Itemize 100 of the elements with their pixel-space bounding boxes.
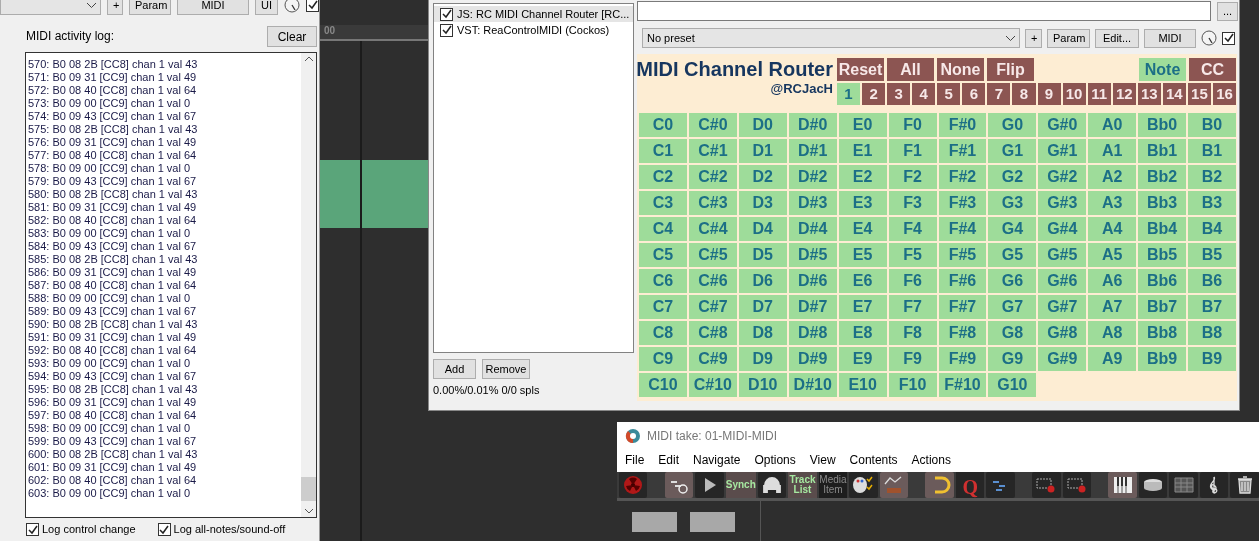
pitch-cell[interactable]: B5	[1188, 243, 1236, 267]
pitch-cell[interactable]: D6	[738, 269, 787, 293]
pitch-cell[interactable]: G1	[988, 139, 1037, 163]
pitch-cell[interactable]: F#5	[938, 243, 987, 267]
channel-button[interactable]: 7	[987, 83, 1011, 105]
pitch-cell[interactable]: B8	[1188, 321, 1236, 345]
pitch-cell[interactable]: F10	[888, 373, 937, 397]
pitch-cell[interactable]: D3	[738, 191, 787, 215]
treble-clef-icon[interactable]	[1199, 472, 1229, 498]
checkbox[interactable]	[440, 23, 453, 37]
pitch-cell[interactable]: F#7	[938, 295, 987, 319]
mode-button[interactable]: Note	[1139, 58, 1186, 81]
pitch-cell[interactable]: D#1	[788, 139, 837, 163]
zoom-icon[interactable]	[664, 472, 694, 498]
pitch-cell[interactable]: A0	[1088, 113, 1137, 137]
pitch-cell[interactable]: G7	[988, 295, 1037, 319]
scrollbar-thumb[interactable]	[301, 477, 316, 501]
pitch-cell[interactable]: E9	[838, 347, 887, 371]
pitch-cell[interactable]: E8	[838, 321, 887, 345]
pitch-cell[interactable]: E2	[838, 165, 887, 189]
pitch-cell[interactable]: G8	[988, 321, 1037, 345]
pitch-cell[interactable]: G4	[988, 217, 1037, 241]
toolbar-button[interactable]: Edit...	[1095, 28, 1139, 48]
pitch-cell[interactable]: D#9	[788, 347, 837, 371]
pitch-cell[interactable]: C#10	[688, 373, 737, 397]
pitch-cell[interactable]: C#0	[688, 113, 737, 137]
toolbar-button[interactable]: +	[107, 0, 123, 15]
pitch-cell[interactable]: Bb4	[1138, 217, 1187, 241]
pitch-cell[interactable]: Bb7	[1138, 295, 1187, 319]
pitch-cell[interactable]: C7	[639, 295, 687, 319]
toolbar-toggle[interactable]: Track List	[788, 472, 817, 498]
pitch-cell[interactable]: D2	[738, 165, 787, 189]
pitch-cell[interactable]: C0	[639, 113, 687, 137]
pitch-cell[interactable]: G10	[988, 373, 1037, 397]
knob-icon[interactable]	[1201, 30, 1217, 46]
pitch-cell[interactable]: E4	[838, 217, 887, 241]
action-button[interactable]: Reset	[837, 58, 884, 81]
pitch-cell[interactable]: C#4	[688, 217, 737, 241]
pitch-cell[interactable]: A9	[1088, 347, 1137, 371]
pitch-cell[interactable]: G6	[988, 269, 1037, 293]
pitch-cell[interactable]: D0	[738, 113, 787, 137]
pitch-cell[interactable]: G5	[988, 243, 1037, 267]
zoom-selection-icon[interactable]	[1032, 472, 1061, 498]
pitch-cell[interactable]: G0	[988, 113, 1037, 137]
pitch-cell[interactable]: F4	[888, 217, 937, 241]
pitch-cell[interactable]: A8	[1088, 321, 1137, 345]
pitch-cell[interactable]: A7	[1088, 295, 1137, 319]
pitch-cell[interactable]: C#6	[688, 269, 737, 293]
mode-button[interactable]: CC	[1189, 58, 1236, 81]
pitch-cell[interactable]: G#2	[1038, 165, 1087, 189]
pitch-cell[interactable]: G#7	[1038, 295, 1087, 319]
pitch-cell[interactable]: G#3	[1038, 191, 1087, 215]
pitch-cell[interactable]: D#5	[788, 243, 837, 267]
checkbox[interactable]	[440, 7, 453, 21]
pitch-cell[interactable]: F#1	[938, 139, 987, 163]
pitch-cell[interactable]: F0	[888, 113, 937, 137]
zoom-selection-icon[interactable]	[1062, 472, 1092, 498]
pitch-cell[interactable]: B6	[1188, 269, 1236, 293]
pitch-cell[interactable]: A3	[1088, 191, 1137, 215]
pitch-cell[interactable]: C#1	[688, 139, 737, 163]
pitch-cell[interactable]: D10	[738, 373, 787, 397]
pitch-cell[interactable]: E3	[838, 191, 887, 215]
pitch-cell[interactable]: C#2	[688, 165, 737, 189]
channel-button[interactable]: 11	[1087, 83, 1111, 105]
pitch-cell[interactable]: G#5	[1038, 243, 1087, 267]
pitch-cell[interactable]: C#9	[688, 347, 737, 371]
pitch-cell[interactable]: D#8	[788, 321, 837, 345]
pitch-cell[interactable]: F9	[888, 347, 937, 371]
pitch-cell[interactable]: E5	[838, 243, 887, 267]
channel-button[interactable]: 12	[1112, 83, 1136, 105]
pitch-cell[interactable]: E10	[838, 373, 887, 397]
action-button[interactable]: Flip	[987, 58, 1034, 81]
pitch-cell[interactable]: D5	[738, 243, 787, 267]
pitch-cell[interactable]: B7	[1188, 295, 1236, 319]
pitch-cell[interactable]: G#8	[1038, 321, 1087, 345]
menu-item[interactable]: Navigate	[693, 451, 741, 470]
channel-button[interactable]: 9	[1037, 83, 1061, 105]
channel-button[interactable]: 16	[1212, 83, 1236, 105]
pitch-cell[interactable]: C#3	[688, 191, 737, 215]
pitch-cell[interactable]: F#8	[938, 321, 987, 345]
notes-icon[interactable]	[986, 472, 1015, 498]
channel-button[interactable]: 10	[1062, 83, 1086, 105]
pitch-cell[interactable]: C5	[639, 243, 687, 267]
knob-icon[interactable]	[284, 0, 300, 13]
channel-button[interactable]: 14	[1162, 83, 1186, 105]
pitch-cell[interactable]: D#10	[788, 373, 837, 397]
pitch-cell[interactable]: D#7	[788, 295, 837, 319]
pitch-cell[interactable]: B1	[1188, 139, 1236, 163]
pitch-cell[interactable]: E7	[838, 295, 887, 319]
pitch-cell[interactable]: G#1	[1038, 139, 1087, 163]
channel-button[interactable]: 2	[862, 83, 886, 105]
pitch-cell[interactable]: Bb6	[1138, 269, 1187, 293]
magnet-icon[interactable]	[925, 472, 954, 498]
pitch-cell[interactable]: C#8	[688, 321, 737, 345]
channel-button[interactable]: 8	[1012, 83, 1036, 105]
pitch-cell[interactable]: G#9	[1038, 347, 1087, 371]
pitch-cell[interactable]: Bb0	[1138, 113, 1187, 137]
preset-dropdown[interactable]: No preset	[642, 28, 1020, 48]
checkbox[interactable]	[306, 0, 319, 12]
pitch-cell[interactable]: G#0	[1038, 113, 1087, 137]
